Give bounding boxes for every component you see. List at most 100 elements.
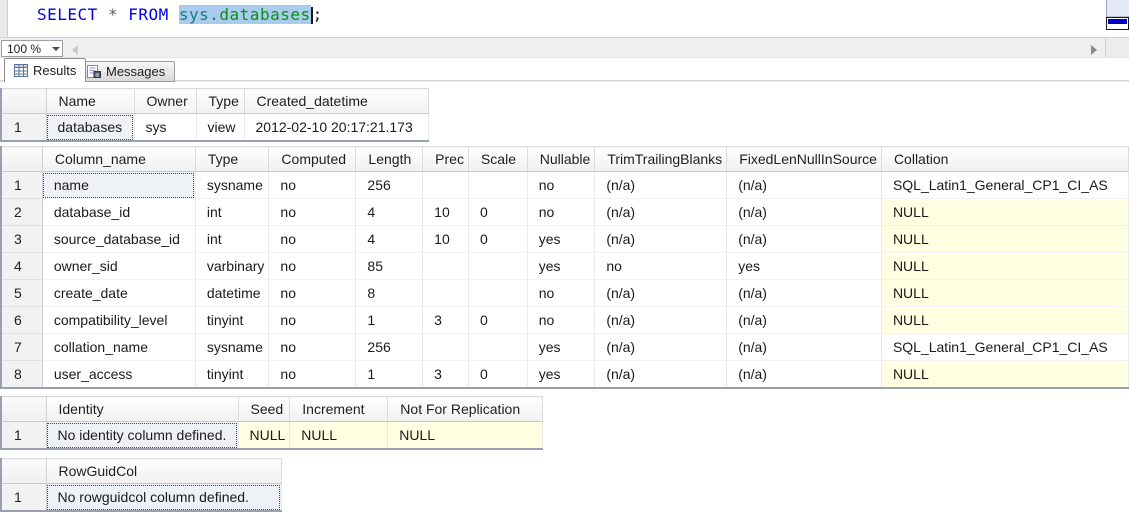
- cell[interactable]: [468, 172, 527, 199]
- cell[interactable]: 0: [468, 361, 527, 388]
- cell[interactable]: 10: [423, 199, 469, 226]
- cell[interactable]: 4: [356, 226, 423, 253]
- cell[interactable]: (n/a): [595, 172, 727, 199]
- cell[interactable]: NULL: [881, 361, 1128, 388]
- cell[interactable]: int: [195, 199, 269, 226]
- column-header[interactable]: Name: [46, 89, 134, 114]
- cell[interactable]: datetime: [195, 280, 269, 307]
- cell[interactable]: [423, 253, 469, 280]
- column-header[interactable]: Computed: [269, 147, 356, 172]
- column-header[interactable]: Seed: [238, 397, 290, 422]
- cell[interactable]: varbinary: [195, 253, 269, 280]
- cell[interactable]: owner_sid: [42, 253, 195, 280]
- cell[interactable]: NULL: [238, 422, 290, 449]
- cell[interactable]: (n/a): [595, 199, 727, 226]
- cell[interactable]: (n/a): [595, 226, 727, 253]
- cell[interactable]: (n/a): [595, 307, 727, 334]
- cell[interactable]: (n/a): [727, 361, 882, 388]
- row-number[interactable]: 2: [1, 199, 42, 226]
- cell[interactable]: 1: [356, 307, 423, 334]
- cell[interactable]: no: [269, 307, 356, 334]
- cell[interactable]: 2012-02-10 20:17:21.173: [244, 114, 428, 141]
- cell[interactable]: yes: [527, 361, 595, 388]
- cell[interactable]: 4: [356, 199, 423, 226]
- column-header[interactable]: Scale: [468, 147, 527, 172]
- cell[interactable]: sysname: [195, 334, 269, 361]
- cell[interactable]: NULL: [881, 307, 1128, 334]
- cell[interactable]: collation_name: [42, 334, 195, 361]
- column-header[interactable]: TrimTrailingBlanks: [595, 147, 727, 172]
- cell[interactable]: yes: [527, 334, 595, 361]
- cell[interactable]: 0: [468, 226, 527, 253]
- cell[interactable]: no: [269, 280, 356, 307]
- cell[interactable]: 3: [423, 361, 469, 388]
- cell[interactable]: (n/a): [595, 280, 727, 307]
- column-header[interactable]: FixedLenNullInSource: [727, 147, 882, 172]
- cell[interactable]: [423, 334, 469, 361]
- cell[interactable]: SQL_Latin1_General_CP1_CI_AS: [881, 334, 1128, 361]
- editor-horizontal-scrollbar-row[interactable]: 100 %: [0, 37, 1129, 58]
- cell[interactable]: NULL: [881, 280, 1128, 307]
- cell[interactable]: (n/a): [727, 307, 882, 334]
- cell[interactable]: name: [42, 172, 195, 199]
- grid-corner-cell[interactable]: [1, 397, 46, 422]
- cell[interactable]: (n/a): [727, 334, 882, 361]
- row-number[interactable]: 7: [1, 334, 42, 361]
- cell[interactable]: database_id: [42, 199, 195, 226]
- cell[interactable]: no: [269, 253, 356, 280]
- cell[interactable]: [423, 172, 469, 199]
- cell[interactable]: no: [269, 334, 356, 361]
- column-header[interactable]: Prec: [423, 147, 469, 172]
- grid-corner-cell[interactable]: [1, 89, 46, 114]
- column-header[interactable]: Type: [195, 147, 269, 172]
- row-number[interactable]: 3: [1, 226, 42, 253]
- cell[interactable]: source_database_id: [42, 226, 195, 253]
- row-number[interactable]: 1: [1, 114, 46, 141]
- cell[interactable]: 1: [356, 361, 423, 388]
- cell[interactable]: [468, 280, 527, 307]
- column-header[interactable]: Length: [356, 147, 423, 172]
- cell[interactable]: no: [527, 199, 595, 226]
- column-header[interactable]: Type: [196, 89, 244, 114]
- row-number[interactable]: 5: [1, 280, 42, 307]
- cell[interactable]: No rowguidcol column defined.: [46, 484, 281, 511]
- cell[interactable]: (n/a): [727, 226, 882, 253]
- cell[interactable]: [468, 334, 527, 361]
- cell[interactable]: int: [195, 226, 269, 253]
- grid-corner-cell[interactable]: [1, 459, 46, 484]
- cell[interactable]: yes: [527, 253, 595, 280]
- chevron-down-icon[interactable]: [49, 41, 62, 56]
- cell[interactable]: NULL: [388, 422, 543, 449]
- cell[interactable]: NULL: [290, 422, 388, 449]
- scroll-right-icon[interactable]: [1091, 45, 1097, 55]
- cell[interactable]: No identity column defined.: [46, 422, 238, 449]
- column-header[interactable]: Collation: [881, 147, 1128, 172]
- editor-vertical-scrollbar[interactable]: [1106, 0, 1129, 17]
- cell[interactable]: SQL_Latin1_General_CP1_CI_AS: [881, 172, 1128, 199]
- cell[interactable]: tinyint: [195, 307, 269, 334]
- column-header[interactable]: Owner: [134, 89, 196, 114]
- row-number[interactable]: 8: [1, 361, 42, 388]
- row-number[interactable]: 4: [1, 253, 42, 280]
- cell[interactable]: no: [527, 307, 595, 334]
- row-number[interactable]: 1: [1, 172, 42, 199]
- cell[interactable]: NULL: [881, 253, 1128, 280]
- cell[interactable]: no: [527, 172, 595, 199]
- cell[interactable]: (n/a): [595, 334, 727, 361]
- cell[interactable]: create_date: [42, 280, 195, 307]
- column-header[interactable]: Nullable: [527, 147, 595, 172]
- cell[interactable]: 8: [356, 280, 423, 307]
- column-header[interactable]: Identity: [46, 397, 238, 422]
- cell[interactable]: 10: [423, 226, 469, 253]
- cell[interactable]: user_access: [42, 361, 195, 388]
- cell[interactable]: databases: [46, 114, 134, 141]
- cell[interactable]: yes: [727, 253, 882, 280]
- cell[interactable]: compatibility_level: [42, 307, 195, 334]
- cell[interactable]: view: [196, 114, 244, 141]
- sql-editor-line[interactable]: SELECT * FROM sys.databases;: [37, 5, 323, 24]
- tab-results[interactable]: Results: [4, 58, 86, 82]
- cell[interactable]: no: [527, 280, 595, 307]
- cell[interactable]: yes: [527, 226, 595, 253]
- cell[interactable]: [468, 253, 527, 280]
- cell[interactable]: NULL: [881, 226, 1128, 253]
